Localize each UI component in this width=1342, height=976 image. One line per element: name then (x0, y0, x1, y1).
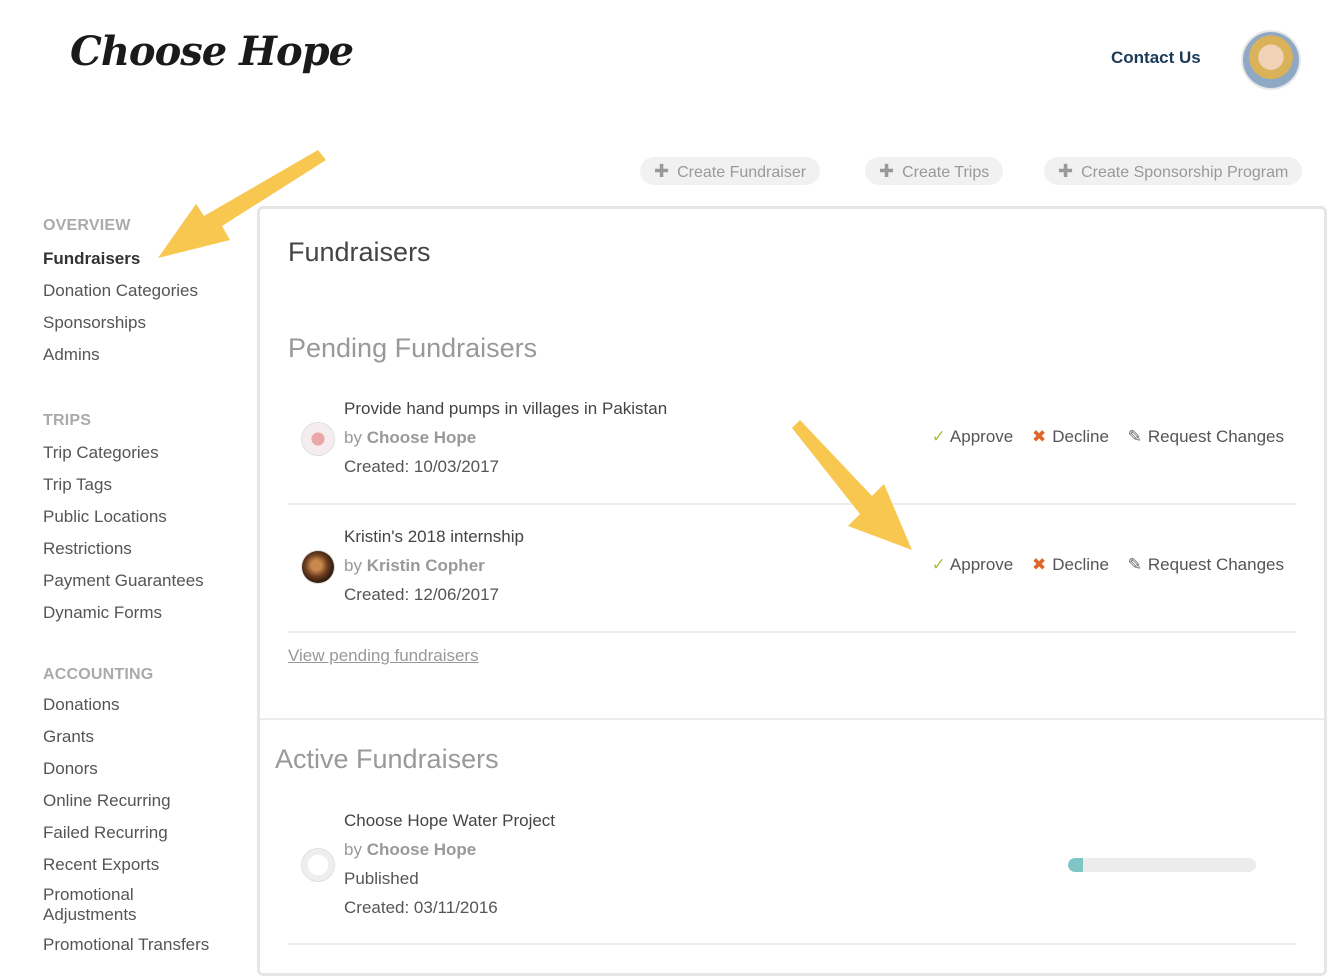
sidebar-heading-accounting: ACCOUNTING (43, 666, 154, 683)
sidebar-item-promotional-transfers[interactable]: Promotional Transfers (43, 929, 243, 961)
progress-fill (1068, 858, 1084, 872)
top-action-bar: ✚ Create Fundraiser ✚ Create Trips ✚ Create… (0, 157, 1342, 185)
pending-row: Kristin's 2018 internship by Kristin Cop… (288, 505, 1296, 633)
sidebar-item-public-locations[interactable]: Public Locations (43, 501, 243, 533)
create-sponsorship-program-button[interactable]: ✚ Create Sponsorship Program (1044, 157, 1303, 185)
sidebar-section-overview: OVERVIEW Fundraisers Donation Categories… (43, 214, 243, 371)
sidebar-item-restrictions[interactable]: Restrictions (43, 533, 243, 565)
fundraiser-title[interactable]: Kristin's 2018 internship (344, 523, 524, 551)
created-date: Created: 10/03/2017 (344, 457, 500, 476)
decline-button[interactable]: ✖ Decline (1032, 427, 1109, 447)
sidebar-item-payment-guarantees[interactable]: Payment Guarantees (43, 565, 243, 597)
fundraiser-progress-bar (1068, 858, 1256, 872)
fundraiser-avatar (302, 551, 334, 583)
page-title: Fundraisers (288, 237, 431, 267)
sidebar-section-trips: TRIPS Trip Categories Trip Tags Public L… (43, 409, 243, 629)
decline-button[interactable]: ✖ Decline (1032, 555, 1109, 575)
fundraisers-panel: Fundraisers Pending Fundraisers Provide … (257, 206, 1327, 976)
approve-button[interactable]: ✓ Approve (932, 555, 1014, 575)
section-divider (260, 718, 1324, 720)
sidebar-heading-trips: TRIPS (43, 412, 92, 429)
fundraiser-owner[interactable]: Kristin Copher (367, 556, 485, 575)
sidebar-heading-overview: OVERVIEW (43, 217, 131, 234)
sidebar-item-fundraisers[interactable]: Fundraisers (43, 243, 243, 275)
sidebar-item-promotional-adjustments[interactable]: Promotional Adjustments (43, 881, 163, 929)
sidebar-nav: OVERVIEW Fundraisers Donation Categories… (43, 214, 243, 961)
fundraiser-avatar (302, 849, 334, 881)
request-changes-button[interactable]: ✎ Request Changes (1128, 427, 1284, 447)
fundraiser-owner[interactable]: Choose Hope (367, 428, 477, 447)
active-row: Choose Hope Water Project by Choose Hope… (288, 801, 1296, 945)
fundraiser-avatar (302, 423, 334, 455)
fundraiser-status: Published (344, 869, 419, 888)
by-label: by (344, 428, 362, 447)
plus-icon: ✚ (654, 161, 670, 181)
sidebar-item-trip-tags[interactable]: Trip Tags (43, 469, 243, 501)
sidebar-item-donations[interactable]: Donations (43, 689, 243, 721)
pencil-icon: ✎ (1127, 427, 1142, 446)
sidebar-item-recent-exports[interactable]: Recent Exports (43, 849, 243, 881)
sidebar-item-failed-recurring[interactable]: Failed Recurring (43, 817, 243, 849)
by-label: by (344, 556, 362, 575)
sidebar-item-donors[interactable]: Donors (43, 753, 243, 785)
view-pending-fundraisers-link[interactable]: View pending fundraisers (288, 646, 479, 666)
create-trips-button[interactable]: ✚ Create Trips (865, 157, 1004, 185)
active-fundraisers-title: Active Fundraisers (275, 744, 499, 774)
created-date: Created: 03/11/2016 (344, 898, 498, 917)
pending-row: Provide hand pumps in villages in Pakist… (288, 391, 1296, 505)
request-changes-button[interactable]: ✎ Request Changes (1128, 555, 1284, 575)
sidebar-item-donation-categories[interactable]: Donation Categories (43, 275, 243, 307)
check-icon: ✓ (931, 427, 946, 446)
create-fundraiser-button[interactable]: ✚ Create Fundraiser (640, 157, 821, 185)
close-icon: ✖ (1031, 555, 1047, 574)
fundraiser-owner[interactable]: Choose Hope (367, 840, 477, 859)
sidebar-item-online-recurring[interactable]: Online Recurring (43, 785, 243, 817)
plus-icon: ✚ (879, 161, 895, 181)
choose-hope-logo[interactable]: Choose Hope (70, 28, 354, 75)
user-avatar[interactable] (1243, 32, 1299, 88)
sidebar-section-accounting: ACCOUNTING Donations Grants Donors Onlin… (43, 663, 243, 961)
sidebar-item-sponsorships[interactable]: Sponsorships (43, 307, 243, 339)
pencil-icon: ✎ (1127, 555, 1142, 574)
approve-button[interactable]: ✓ Approve (932, 427, 1014, 447)
close-icon: ✖ (1031, 427, 1047, 446)
pending-fundraisers-title: Pending Fundraisers (288, 333, 538, 363)
fundraiser-title[interactable]: Provide hand pumps in villages in Pakist… (344, 395, 667, 423)
sidebar-item-dynamic-forms[interactable]: Dynamic Forms (43, 597, 243, 629)
fundraiser-title[interactable]: Choose Hope Water Project (344, 807, 555, 835)
by-label: by (344, 840, 362, 859)
created-date: Created: 12/06/2017 (344, 585, 500, 604)
sidebar-item-trip-categories[interactable]: Trip Categories (43, 437, 243, 469)
sidebar-item-grants[interactable]: Grants (43, 721, 243, 753)
check-icon: ✓ (931, 555, 946, 574)
sidebar-item-admins[interactable]: Admins (43, 339, 243, 371)
plus-icon: ✚ (1058, 161, 1074, 181)
contact-us-link[interactable]: Contact Us (1111, 48, 1201, 68)
